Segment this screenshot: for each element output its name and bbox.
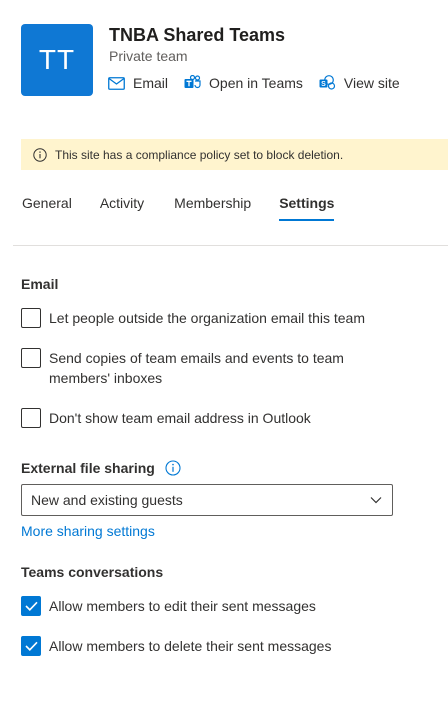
delete-messages-label: Allow members to delete their sent messa… bbox=[49, 638, 332, 654]
email-option-outside-people[interactable]: Let people outside the organization emai… bbox=[21, 308, 379, 328]
team-privacy-label: Private team bbox=[109, 48, 188, 64]
email-option-send-copies[interactable]: Send copies of team emails and events to… bbox=[21, 348, 379, 388]
email-action[interactable]: Email bbox=[108, 75, 168, 91]
tab-activity[interactable]: Activity bbox=[100, 195, 144, 223]
info-icon[interactable] bbox=[165, 460, 181, 476]
teams-option-edit-messages[interactable]: Allow members to edit their sent message… bbox=[21, 596, 379, 616]
more-sharing-settings-link[interactable]: More sharing settings bbox=[21, 523, 155, 539]
team-title: TNBA Shared Teams bbox=[109, 25, 286, 45]
tabs-divider bbox=[13, 245, 448, 246]
external-sharing-selected: New and existing guests bbox=[31, 492, 183, 508]
view-site-action[interactable]: S View site bbox=[319, 75, 400, 91]
team-avatar: TT bbox=[21, 24, 93, 96]
tab-general[interactable]: General bbox=[22, 195, 72, 223]
teams-option-delete-messages[interactable]: Allow members to delete their sent messa… bbox=[21, 636, 379, 656]
sharepoint-icon: S bbox=[319, 75, 336, 90]
hide-address-label: Don't show team email address in Outlook bbox=[49, 410, 311, 426]
edit-messages-checkbox[interactable] bbox=[21, 596, 41, 616]
send-copies-checkbox[interactable] bbox=[21, 348, 41, 368]
teams-section-heading: Teams conversations bbox=[21, 564, 164, 580]
hide-address-checkbox[interactable] bbox=[21, 408, 41, 428]
tab-settings[interactable]: Settings bbox=[279, 195, 335, 223]
header-actions: Email Open in Teams S View site bbox=[108, 75, 416, 91]
compliance-banner: This site has a compliance policy set to… bbox=[21, 139, 448, 170]
view-site-label: View site bbox=[343, 75, 400, 91]
checkmark-icon bbox=[24, 641, 38, 651]
outside-email-checkbox[interactable] bbox=[21, 308, 41, 328]
send-copies-label: Send copies of team emails and events to… bbox=[49, 350, 344, 386]
delete-messages-checkbox[interactable] bbox=[21, 636, 41, 656]
mail-icon bbox=[108, 76, 125, 90]
email-option-hide-address[interactable]: Don't show team email address in Outlook bbox=[21, 408, 379, 428]
info-icon bbox=[33, 147, 47, 162]
compliance-banner-text: This site has a compliance policy set to… bbox=[55, 147, 344, 162]
svg-text:S: S bbox=[321, 81, 326, 88]
edit-messages-label: Allow members to edit their sent message… bbox=[49, 598, 316, 614]
email-section-heading: Email bbox=[21, 276, 59, 292]
sharing-heading-text: External file sharing bbox=[21, 460, 155, 476]
teams-icon bbox=[184, 75, 201, 89]
chevron-down-icon bbox=[370, 497, 382, 504]
sharing-section-heading: External file sharing bbox=[21, 460, 181, 476]
email-action-label: Email bbox=[133, 75, 169, 91]
open-in-teams-label: Open in Teams bbox=[209, 75, 303, 91]
settings-tabs: General Activity Membership Settings bbox=[22, 195, 335, 223]
tab-membership[interactable]: Membership bbox=[174, 195, 251, 223]
checkmark-icon bbox=[24, 601, 38, 611]
open-in-teams-action[interactable]: Open in Teams bbox=[184, 75, 303, 91]
external-sharing-dropdown[interactable]: New and existing guests bbox=[21, 484, 393, 516]
outside-email-label: Let people outside the organization emai… bbox=[49, 310, 365, 326]
